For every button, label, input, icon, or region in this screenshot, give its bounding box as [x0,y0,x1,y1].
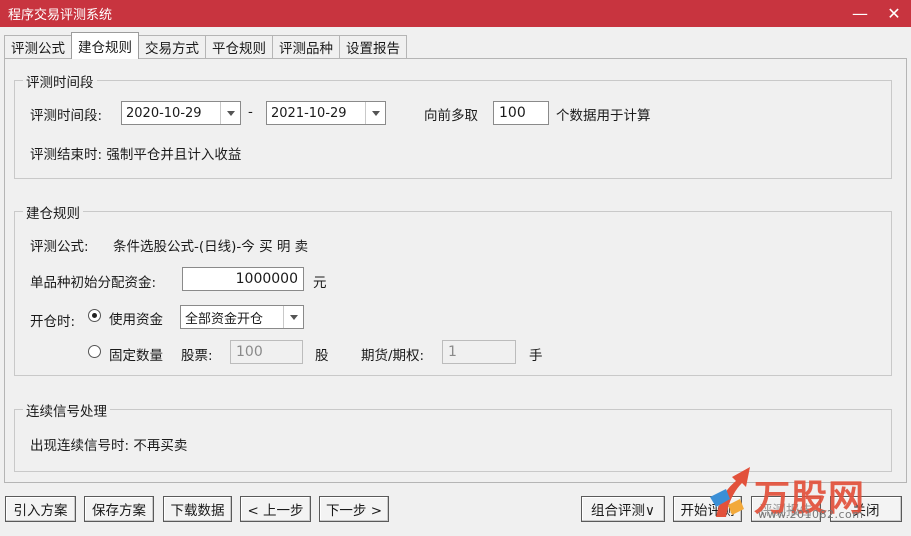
watermark-logo: 万股网 www.201082.com [700,455,890,535]
open-rules-legend: 建仓规则 [23,202,83,222]
end-date-picker[interactable]: 2021-10-29 [266,101,386,125]
open-rules-group: 建仓规则 评测公式: 条件选股公式-(日线)-今 买 明 卖 单品种初始分配资金… [14,202,892,376]
tab-bar: 评测公式 建仓规则 交易方式 平仓规则 评测品种 设置报告 [4,32,407,59]
window-title: 程序交易评测系统 [8,8,113,23]
start-date-picker[interactable]: 2020-10-29 [121,101,241,125]
end-date-value: 2021-10-29 [271,105,347,121]
next-step-button[interactable]: 下一步 > [319,496,389,522]
download-data-button[interactable]: 下载数据 [163,496,232,522]
capital-mode-select[interactable]: 全部资金开仓 [180,305,304,329]
watermark-url: www.201082.com [758,508,864,521]
title-bar: 程序交易评测系统 — ✕ [0,0,911,27]
import-plan-button[interactable]: 引入方案 [5,496,76,522]
chevron-down-icon[interactable] [283,306,303,328]
tab-close-rules[interactable]: 平仓规则 [205,35,273,58]
tab-instruments[interactable]: 评测品种 [272,35,340,58]
date-separator: - [248,104,253,120]
lookback-input[interactable]: 100 [493,101,549,125]
use-capital-radio[interactable] [88,309,101,322]
capital-input[interactable]: 1000000 [182,267,304,291]
use-capital-label: 使用资金 [109,312,163,328]
stock-qty-input[interactable]: 100 [230,340,303,364]
stock-label: 股票: [181,348,213,364]
futures-qty-input[interactable]: 1 [442,340,516,364]
tab-open-rules[interactable]: 建仓规则 [71,32,139,59]
tab-panel: 评测时间段 评测时间段: 2020-10-29 - 2021-10-29 向前多… [4,58,907,483]
signal-legend: 连续信号处理 [23,400,110,420]
close-icon[interactable]: ✕ [877,0,911,27]
formula-value: 条件选股公式-(日线)-今 买 明 卖 [113,239,309,255]
fixed-qty-radio[interactable] [88,345,101,358]
tab-report-settings[interactable]: 设置报告 [339,35,407,58]
futures-label: 期货/期权: [361,348,425,364]
end-rule-text: 评测结束时: 强制平仓并且计入收益 [30,147,242,163]
tab-formula[interactable]: 评测公式 [4,35,72,58]
start-date-value: 2020-10-29 [126,105,202,121]
minimize-icon[interactable]: — [843,0,877,27]
lookback-prefix: 向前多取 [424,108,478,124]
capital-mode-value: 全部资金开仓 [185,311,264,327]
tab-trade-mode[interactable]: 交易方式 [138,35,206,58]
combo-eval-button[interactable]: 组合评测∨ [581,496,665,522]
time-period-legend: 评测时间段 [23,71,97,91]
capital-label: 单品种初始分配资金: [30,275,157,291]
prev-step-button[interactable]: < 上一步 [240,496,311,522]
time-period-group: 评测时间段 评测时间段: 2020-10-29 - 2021-10-29 向前多… [14,71,892,179]
fixed-qty-label: 固定数量 [109,348,163,364]
capital-unit: 元 [313,275,327,291]
lookback-suffix: 个数据用于计算 [556,108,651,124]
futures-unit: 手 [529,348,543,364]
open-label: 开仓时: [30,314,76,330]
period-label: 评测时间段: [30,108,103,124]
formula-label: 评测公式: [30,239,89,255]
chevron-down-icon[interactable] [365,102,385,124]
signal-rule-text: 出现连续信号时: 不再买卖 [30,438,188,454]
stock-unit: 股 [315,348,329,364]
chevron-down-icon[interactable] [220,102,240,124]
save-plan-button[interactable]: 保存方案 [84,496,154,522]
